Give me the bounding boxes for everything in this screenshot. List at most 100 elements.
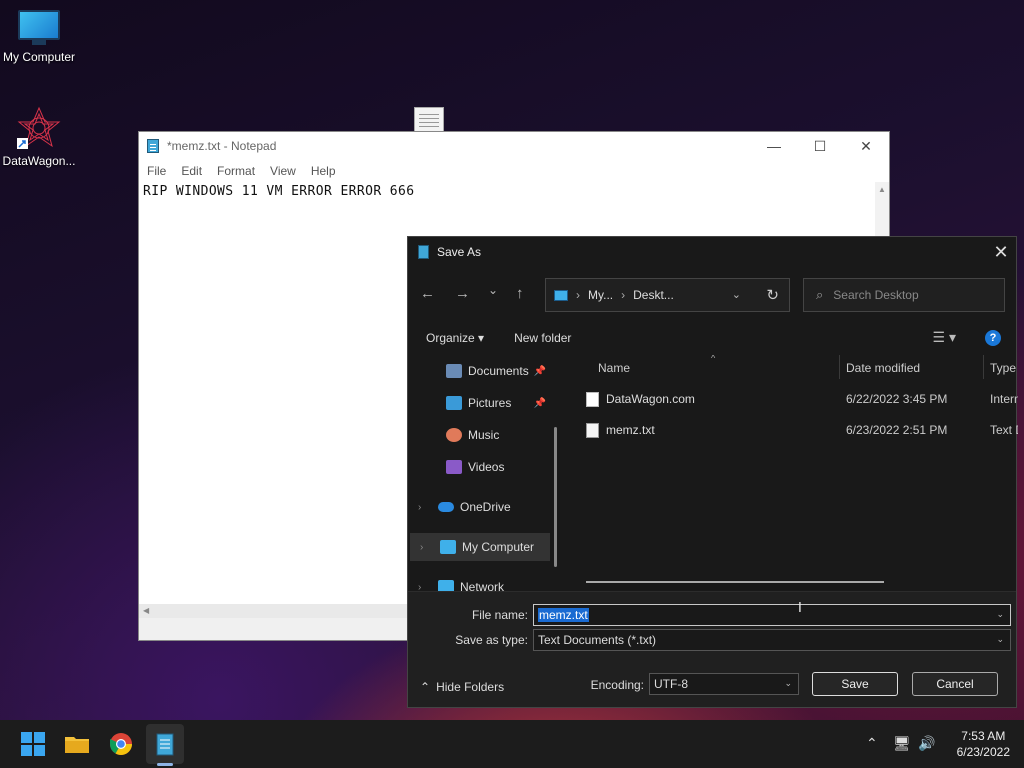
pin-icon: 📌 [533,397,546,409]
organize-button[interactable]: Organize ▾ [426,331,484,345]
sort-ascending-icon: ^ [711,355,716,363]
documents-icon [446,364,462,378]
notepad-text-area[interactable]: RIP WINDOWS 11 VM ERROR ERROR 666 [139,182,889,201]
dialog-close-button[interactable]: ✕ [986,242,1016,263]
menu-edit[interactable]: Edit [181,164,202,178]
expand-chevron-icon[interactable]: › [418,502,421,513]
recent-locations-chevron-icon[interactable]: ⌄ [488,283,498,297]
menu-format[interactable]: Format [217,164,255,178]
dialog-toolbar: Organize ▾ New folder ☰ ▾ ? [408,325,1016,351]
menu-help[interactable]: Help [311,164,336,178]
datawagon-logo-icon [17,106,61,150]
maximize-button[interactable]: ☐ [797,138,843,155]
monitor-icon [18,10,60,46]
notepad-title: *memz.txt - Notepad [167,139,277,153]
search-input[interactable]: ⌕ Search Desktop [803,278,1005,312]
view-options-icon[interactable]: ☰ ▾ [933,329,956,346]
back-arrow-icon[interactable]: ← [420,285,435,302]
notepad-icon [147,139,159,153]
file-name-field[interactable]: memz.txt ⌄ [533,604,1011,626]
column-divider[interactable] [839,355,840,379]
save-button[interactable]: Save [812,672,898,696]
dialog-title: Save As [437,245,482,259]
chevron-down-icon: ⌄ [996,634,1004,644]
clock[interactable]: 7:53 AM 6/23/2022 [957,728,1010,760]
nav-item-my-computer[interactable]: › My Computer [410,533,550,561]
dragged-file-icon [414,107,444,133]
expand-chevron-icon[interactable]: › [418,582,421,592]
save-as-type-select[interactable]: Text Documents (*.txt) ⌄ [533,629,1011,651]
column-header-date[interactable]: Date modified [846,355,920,381]
nav-item-label: Documents [468,364,529,378]
encoding-select[interactable]: UTF-8 ⌄ [649,673,799,695]
encoding-label: Encoding: [590,678,644,692]
nav-item-documents[interactable]: Documents 📌 [408,357,548,385]
hide-folders-button[interactable]: ⌃ Hide Folders [420,680,504,694]
help-icon[interactable]: ? [985,330,1001,346]
file-name-label: File name: [471,608,528,622]
file-name: DataWagon.com [606,392,695,406]
up-arrow-icon[interactable]: ↑ [516,285,524,302]
desktop-icon-my-computer[interactable]: My Computer [0,10,78,64]
nav-item-label: Network [460,580,505,591]
network-icon[interactable]: 🖥 [893,735,911,752]
desktop-icon-datawagon[interactable]: DataWagon... [0,106,78,168]
file-row[interactable]: DataWagon.com 6/22/2022 3:45 PM Intern [568,385,1018,413]
breadcrumb-desktop[interactable]: Deskt... [633,288,674,302]
cancel-button[interactable]: Cancel [912,672,998,696]
nav-item-videos[interactable]: Videos [408,453,548,481]
chrome-taskbar-button[interactable] [108,731,134,757]
file-row[interactable]: memz.txt 6/23/2022 2:51 PM Text D [568,416,1018,444]
column-divider[interactable] [983,355,984,379]
desktop-icon-label: My Computer [2,50,76,64]
nav-item-onedrive[interactable]: › OneDrive [408,493,548,521]
nav-item-music[interactable]: Music [408,421,548,449]
menu-view[interactable]: View [270,164,296,178]
encoding-value: UTF-8 [654,677,688,691]
notepad-taskbar-button[interactable] [152,731,178,757]
breadcrumb-chevron-icon: › [576,288,580,302]
minimize-button[interactable]: — [751,138,797,155]
file-type: Text D [990,423,1018,437]
save-as-type-label: Save as type: [455,633,528,647]
search-icon: ⌕ [816,287,824,302]
active-app-indicator [157,763,173,766]
pin-icon: 📌 [533,365,546,377]
address-dropdown-icon[interactable]: ⌄ [732,288,741,301]
chevron-down-icon[interactable]: ⌄ [996,609,1004,620]
column-header-type[interactable]: Type [990,355,1016,381]
file-list-horizontal-scrollbar[interactable] [586,581,884,583]
chevron-down-icon: ⌄ [784,678,792,688]
expand-chevron-icon[interactable]: › [420,542,423,553]
computer-icon [554,289,568,301]
navigation-scrollbar[interactable] [554,427,557,567]
save-as-dialog: Save As ✕ ← → ⌄ ↑ › My... › Deskt... ⌄ ↻… [407,236,1018,708]
volume-icon[interactable]: 🔊 [918,735,935,752]
forward-arrow-icon[interactable]: → [455,285,470,302]
taskbar: ⌃ 🖥 🔊 7:53 AM 6/23/2022 [0,720,1024,768]
file-explorer-taskbar-button[interactable] [64,731,90,757]
refresh-icon[interactable]: ↻ [766,286,779,304]
folder-icon [65,737,89,753]
save-as-type-value: Text Documents (*.txt) [538,633,657,647]
menu-file[interactable]: File [147,164,166,178]
address-bar[interactable]: › My... › Deskt... ⌄ ↻ [545,278,790,312]
network-icon [438,580,454,591]
breadcrumb-my-computer[interactable]: My... [588,288,613,302]
scroll-up-arrow-icon[interactable]: ▲ [875,185,889,194]
hide-folders-label: Hide Folders [436,680,505,694]
music-icon [446,428,462,442]
start-button[interactable] [20,731,46,757]
nav-item-pictures[interactable]: Pictures 📌 [408,389,548,417]
new-folder-button[interactable]: New folder [514,331,571,345]
breadcrumb-chevron-icon: › [621,288,626,302]
nav-item-network[interactable]: › Network [408,573,548,591]
notepad-titlebar[interactable]: *memz.txt - Notepad — ☐ ✕ [139,132,889,160]
close-button[interactable]: ✕ [843,138,889,155]
clock-date: 6/23/2022 [956,745,1010,759]
show-hidden-icons-chevron-icon[interactable]: ⌃ [866,735,878,752]
dialog-titlebar[interactable]: Save As ✕ [408,237,1016,267]
scroll-left-arrow-icon[interactable]: ◀ [143,606,149,615]
nav-item-label: OneDrive [460,500,511,514]
column-header-name[interactable]: Name [598,355,630,381]
